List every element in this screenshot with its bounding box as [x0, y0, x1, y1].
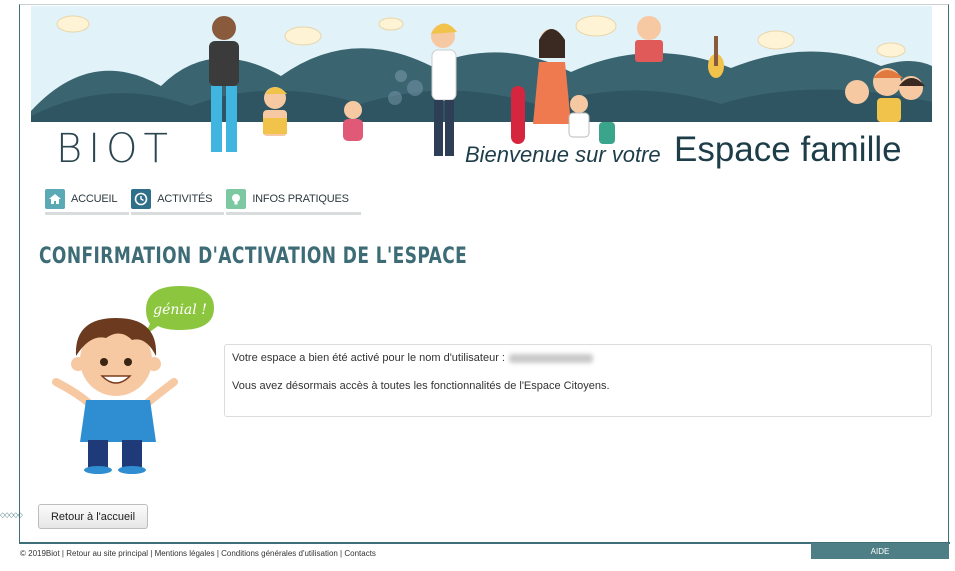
home-icon	[45, 188, 65, 209]
header-banner: BIOT Bienvenue sur votre Espace famille	[31, 6, 932, 171]
nav-label-accueil: ACCUEIL	[71, 192, 118, 205]
back-home-button[interactable]: Retour à l'accueil	[38, 504, 148, 529]
lightbulb-icon	[226, 188, 247, 209]
confirmation-message-box: Votre espace a bien été activé pour le n…	[224, 344, 932, 417]
espace-famille-title: Espace famille	[674, 130, 902, 169]
activation-message-text: Votre espace a bien été activé pour le n…	[232, 352, 505, 364]
welcome-text: Bienvenue sur votre	[465, 142, 661, 167]
main-nav: ACCUEIL ACTIVITÉS INFOS PRATIQUES	[45, 185, 363, 215]
access-message: Vous avez désormais accès à toutes les f…	[232, 380, 610, 392]
bubble-text: génial !	[153, 302, 207, 318]
focus-dots: ◇◇◇◇◇	[0, 512, 23, 519]
username-redacted	[509, 353, 593, 363]
nav-label-infos-pratiques: INFOS PRATIQUES	[252, 192, 349, 205]
help-button[interactable]: AIDE	[811, 543, 949, 559]
nav-item-activites[interactable]: ACTIVITÉS	[131, 185, 225, 215]
nav-label-activites: ACTIVITÉS	[157, 192, 213, 205]
biot-logo: BIOT	[56, 126, 174, 171]
footer-links[interactable]: © 2019Biot | Retour au site principal | …	[20, 549, 376, 558]
page-title: CONFIRMATION D'ACTIVATION DE L'ESPACE	[39, 244, 468, 269]
nav-item-accueil[interactable]: ACCUEIL	[45, 185, 130, 215]
nav-item-infos-pratiques[interactable]: INFOS PRATIQUES	[226, 185, 361, 215]
activation-message: Votre espace a bien été activé pour le n…	[232, 351, 924, 365]
clock-icon	[131, 188, 152, 209]
kid-illustration: génial !	[52, 286, 214, 474]
